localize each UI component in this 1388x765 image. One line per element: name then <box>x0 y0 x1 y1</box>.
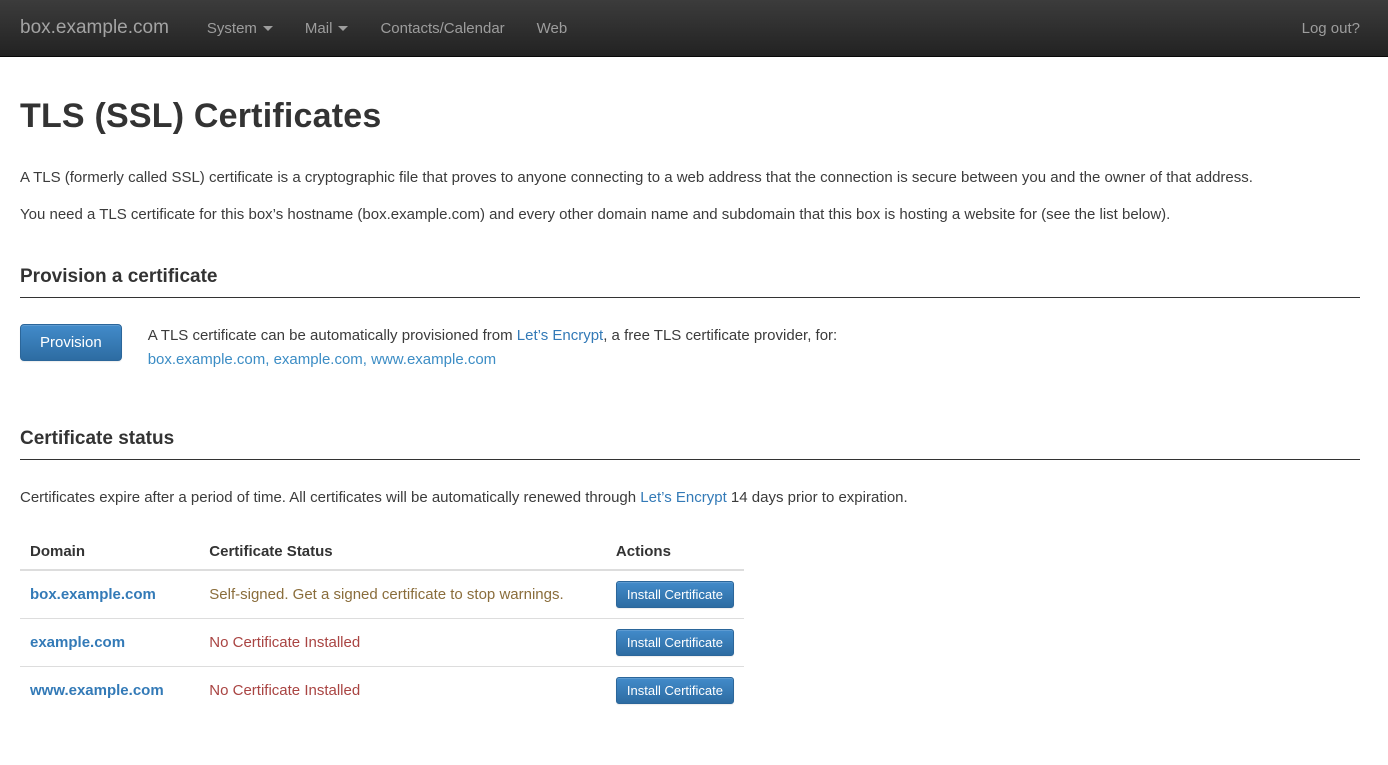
column-header-actions: Actions <box>606 534 744 570</box>
intro-paragraph-2: You need a TLS certificate for this box’… <box>20 203 1360 227</box>
nav-item-mail[interactable]: Mail <box>289 0 365 56</box>
nav-item-label: Mail <box>305 20 333 37</box>
table-row: www.example.com No Certificate Installed I… <box>20 667 744 715</box>
install-certificate-button[interactable]: Install Certificate <box>616 677 734 704</box>
nav-item-system[interactable]: System <box>191 0 289 56</box>
nav-item-label: System <box>207 20 257 37</box>
certificate-status-text: Self-signed. Get a signed certificate to… <box>209 586 563 603</box>
intro-paragraph-1: A TLS (formerly called SSL) certificate … <box>20 166 1360 190</box>
navbar-menu: System Mail Contacts/Calendar Web <box>191 0 583 56</box>
domain-link[interactable]: example.com <box>30 634 125 651</box>
nav-item-web[interactable]: Web <box>521 0 584 56</box>
navbar-brand[interactable]: box.example.com <box>20 17 169 39</box>
provision-row: Provision A TLS certificate can be autom… <box>20 324 1360 373</box>
logout-link[interactable]: Log out? <box>1302 20 1360 37</box>
nav-item-label: Web <box>537 20 568 37</box>
column-header-certificate-status: Certificate Status <box>199 534 606 570</box>
certificate-status-text: No Certificate Installed <box>209 634 360 651</box>
install-certificate-button[interactable]: Install Certificate <box>616 629 734 656</box>
status-section-heading: Certificate status <box>20 428 1360 460</box>
provision-text-after: , a free TLS certificate provider, for: <box>603 327 837 344</box>
nav-item-label: Contacts/Calendar <box>380 20 504 37</box>
chevron-down-icon <box>263 26 273 31</box>
provision-description: A TLS certificate can be automatically p… <box>148 324 838 373</box>
certificate-status-text: No Certificate Installed <box>209 682 360 699</box>
column-header-domain: Domain <box>20 534 199 570</box>
main-content: TLS (SSL) Certificates A TLS (formerly c… <box>0 97 1388 754</box>
top-navbar: box.example.com System Mail Contacts/Cal… <box>0 0 1388 57</box>
nav-item-contacts-calendar[interactable]: Contacts/Calendar <box>364 0 520 56</box>
chevron-down-icon <box>338 26 348 31</box>
domain-link[interactable]: box.example.com <box>30 586 156 603</box>
domain-link[interactable]: www.example.com <box>30 682 164 699</box>
status-text-before: Certificates expire after a period of ti… <box>20 489 640 506</box>
status-description: Certificates expire after a period of ti… <box>20 486 1360 510</box>
provision-button[interactable]: Provision <box>20 324 122 361</box>
provision-section-heading: Provision a certificate <box>20 266 1360 298</box>
lets-encrypt-link[interactable]: Let’s Encrypt <box>640 489 726 506</box>
provision-text-before: A TLS certificate can be automatically p… <box>148 327 517 344</box>
table-header-row: Domain Certificate Status Actions <box>20 534 744 570</box>
lets-encrypt-link[interactable]: Let’s Encrypt <box>517 327 603 344</box>
install-certificate-button[interactable]: Install Certificate <box>616 581 734 608</box>
provision-domains-list[interactable]: box.example.com, example.com, www.exampl… <box>148 351 496 368</box>
certificate-status-table: Domain Certificate Status Actions box.ex… <box>20 534 744 714</box>
table-row: box.example.com Self-signed. Get a signed… <box>20 570 744 619</box>
table-row: example.com No Certificate Installed Insta… <box>20 619 744 667</box>
status-text-after: 14 days prior to expiration. <box>727 489 908 506</box>
page-title: TLS (SSL) Certificates <box>20 97 1360 136</box>
